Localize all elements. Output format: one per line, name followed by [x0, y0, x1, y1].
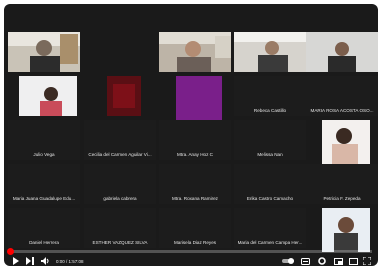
- settings-button[interactable]: [318, 256, 326, 266]
- progress-bar[interactable]: [7, 248, 372, 255]
- play-button[interactable]: [12, 256, 19, 266]
- participant-name: Maria Juana Guadalupe Edu...: [12, 196, 76, 201]
- next-icon: [26, 257, 34, 265]
- play-icon: [13, 257, 19, 265]
- autoplay-toggle[interactable]: [282, 256, 294, 266]
- miniplayer-button[interactable]: [334, 256, 343, 266]
- participant-name: MARIA ROSA ACOSTA OSO...: [310, 108, 374, 113]
- participant-tile: gabriela cabrera: [84, 164, 156, 204]
- participant-tile: [322, 120, 370, 164]
- participant-tile: [322, 208, 370, 252]
- participant-tile: [176, 76, 222, 120]
- participant-tile: MARIA ROSA ACOSTA OSO...: [306, 76, 378, 116]
- participant-video: [19, 76, 77, 116]
- player-controls: 0:00 / 1:57:08: [4, 256, 378, 266]
- participant-tile: [107, 76, 141, 116]
- settings-icon: [318, 257, 326, 265]
- participant-name: Mtra. Anay Hoz C: [177, 152, 213, 157]
- participant-tile: Mtra. Roxana Ramirez: [159, 164, 231, 204]
- subtitles-icon: [301, 257, 310, 265]
- participant-tile: Maria Juana Guadalupe Edu...: [8, 164, 80, 204]
- participant-tile: [306, 32, 378, 72]
- subtitles-button[interactable]: [301, 256, 310, 266]
- participant-name: Melissa Nan: [257, 152, 283, 157]
- participant-grid: Rebeca Castillo MARIA ROSA ACOSTA OSO...…: [4, 32, 378, 252]
- participant-video: [306, 32, 378, 72]
- participant-tile: Rebeca Castillo: [234, 76, 306, 116]
- participant-tile: Melissa Nan: [234, 120, 306, 160]
- participant-tile: [19, 76, 77, 116]
- participant-tile: Erika Castro Camacho: [234, 164, 306, 204]
- participant-name: Rebeca Castillo: [253, 108, 287, 113]
- participant-name: Marisela Diaz Reyes: [173, 240, 217, 245]
- theater-button[interactable]: [349, 256, 358, 266]
- progress-scrubber[interactable]: [7, 248, 14, 255]
- participant-tile: Marisela Diaz Reyes: [159, 208, 231, 248]
- fullscreen-button[interactable]: [363, 256, 371, 266]
- participant-video: [176, 76, 222, 120]
- participant-name: Mtra. Roxana Ramirez: [172, 196, 218, 201]
- participant-name: Petricia F. Zepeda: [323, 196, 361, 201]
- participant-tile: ESTHER VAZQUEZ SILVA: [84, 208, 156, 248]
- volume-button[interactable]: [41, 256, 50, 266]
- participant-video: [322, 208, 370, 252]
- participant-tile: Petricia F. Zepeda: [306, 164, 378, 204]
- participant-video: [322, 120, 370, 164]
- participant-name: ESTHER VAZQUEZ SILVA: [92, 240, 148, 245]
- miniplayer-icon: [334, 257, 343, 265]
- participant-tile: Maria del Carmen Campa Her...: [234, 208, 306, 248]
- volume-icon: [41, 257, 49, 265]
- participant-video: [107, 76, 141, 116]
- participant-tile: Julio Vega: [8, 120, 80, 160]
- next-button[interactable]: [26, 256, 34, 266]
- video-player[interactable]: Rebeca Castillo MARIA ROSA ACOSTA OSO...…: [4, 4, 378, 266]
- participant-video: [159, 32, 231, 72]
- participant-tile: Mtra. Anay Hoz C: [159, 120, 231, 160]
- theater-icon: [349, 257, 358, 265]
- autoplay-toggle-icon: [282, 258, 294, 264]
- participant-tile: Cecilia del Carmen Aguilar Vi...: [84, 120, 156, 160]
- participant-name: Cecilia del Carmen Aguilar Vi...: [88, 152, 152, 157]
- participant-tile: [159, 32, 231, 72]
- participant-name: Julio Vega: [33, 152, 55, 157]
- fullscreen-icon: [363, 257, 371, 265]
- participant-tile: [8, 32, 80, 72]
- participant-tile: Daniel Herrera: [8, 208, 80, 248]
- participant-name: gabriela cabrera: [103, 196, 137, 201]
- participant-video: [234, 32, 306, 72]
- participant-name: Daniel Herrera: [29, 240, 59, 245]
- time-display: 0:00 / 1:57:08: [56, 258, 84, 264]
- participant-video: [8, 32, 80, 72]
- participant-name: Erika Castro Camacho: [246, 196, 294, 201]
- participant-name: Maria del Carmen Campa Her...: [237, 240, 303, 245]
- participant-tile: [234, 32, 306, 72]
